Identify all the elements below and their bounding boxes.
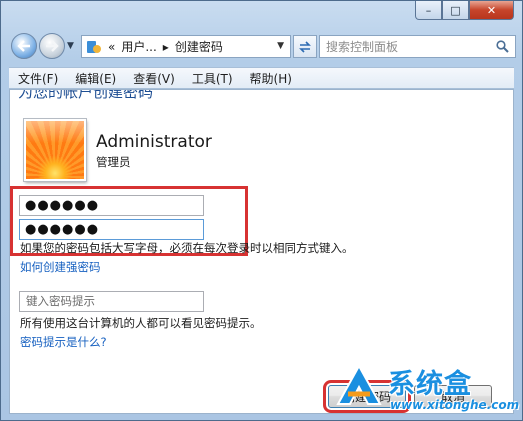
breadcrumb-separator-icon[interactable]: ▸ xyxy=(163,40,169,54)
search-input[interactable]: 搜索控制面板 xyxy=(319,35,516,58)
maximize-button[interactable]: □ xyxy=(442,1,469,20)
forward-arrow-icon xyxy=(46,40,59,52)
caps-lock-note: 如果您的密码包括大写字母，必须在每次登录时以相同方式键入。 xyxy=(20,241,354,255)
address-bar[interactable]: « 用户... ▸ 创建密码 ▼ xyxy=(81,35,291,58)
what-is-hint-link[interactable]: 密码提示是什么? xyxy=(20,334,107,350)
control-panel-window: – □ ✕ ▼ « 用户... ▸ 创建密码 ▼ 搜索控制面板 文件(F) 编辑… xyxy=(0,0,523,421)
breadcrumb-create-password[interactable]: 创建密码 xyxy=(175,38,223,55)
back-arrow-icon xyxy=(17,40,30,52)
menu-help[interactable]: 帮助(H) xyxy=(241,70,300,87)
user-name: Administrator xyxy=(96,132,212,152)
caption-buttons: – □ ✕ xyxy=(415,1,514,20)
menu-view[interactable]: 查看(V) xyxy=(124,70,183,87)
address-prefix[interactable]: « xyxy=(108,40,115,54)
cancel-button[interactable]: 取消 xyxy=(414,385,492,408)
create-password-button[interactable]: 创建密码 xyxy=(323,380,411,413)
user-role: 管理员 xyxy=(96,155,131,169)
page-title: 为您的帐户创建密码 xyxy=(18,89,154,101)
strong-password-link[interactable]: 如何创建强密码 xyxy=(20,259,101,275)
search-placeholder: 搜索控制面板 xyxy=(326,40,399,54)
control-panel-icon xyxy=(86,39,102,55)
close-button[interactable]: ✕ xyxy=(469,1,514,20)
minimize-button[interactable]: – xyxy=(415,1,442,20)
menu-edit[interactable]: 编辑(E) xyxy=(66,70,124,87)
address-dropdown-icon[interactable]: ▼ xyxy=(277,41,284,51)
menu-bar: 文件(F) 编辑(E) 查看(V) 工具(T) 帮助(H) xyxy=(9,67,514,89)
new-password-field[interactable]: ●●●●●● xyxy=(19,195,204,216)
confirm-password-field[interactable]: ●●●●●● xyxy=(19,219,204,240)
breadcrumb-users[interactable]: 用户... xyxy=(121,38,156,55)
recent-pages-dropdown-icon[interactable]: ▼ xyxy=(67,41,74,51)
hint-visibility-note: 所有使用这台计算机的人都可以看见密码提示。 xyxy=(20,316,262,330)
refresh-icon xyxy=(299,40,311,53)
search-icon[interactable] xyxy=(496,40,509,53)
refresh-button[interactable] xyxy=(293,35,317,58)
content-pane: 为您的帐户创建密码 Administrator 管理员 ●●●●●● ●●●●●… xyxy=(9,89,514,414)
forward-button[interactable] xyxy=(39,33,65,59)
password-hint-field[interactable]: 键入密码提示 xyxy=(19,291,204,312)
back-button[interactable] xyxy=(11,33,37,59)
user-avatar xyxy=(24,119,86,181)
navigation-bar: ▼ « 用户... ▸ 创建密码 ▼ 搜索控制面板 xyxy=(9,31,516,61)
menu-tools[interactable]: 工具(T) xyxy=(183,70,241,87)
menu-file[interactable]: 文件(F) xyxy=(9,70,66,87)
